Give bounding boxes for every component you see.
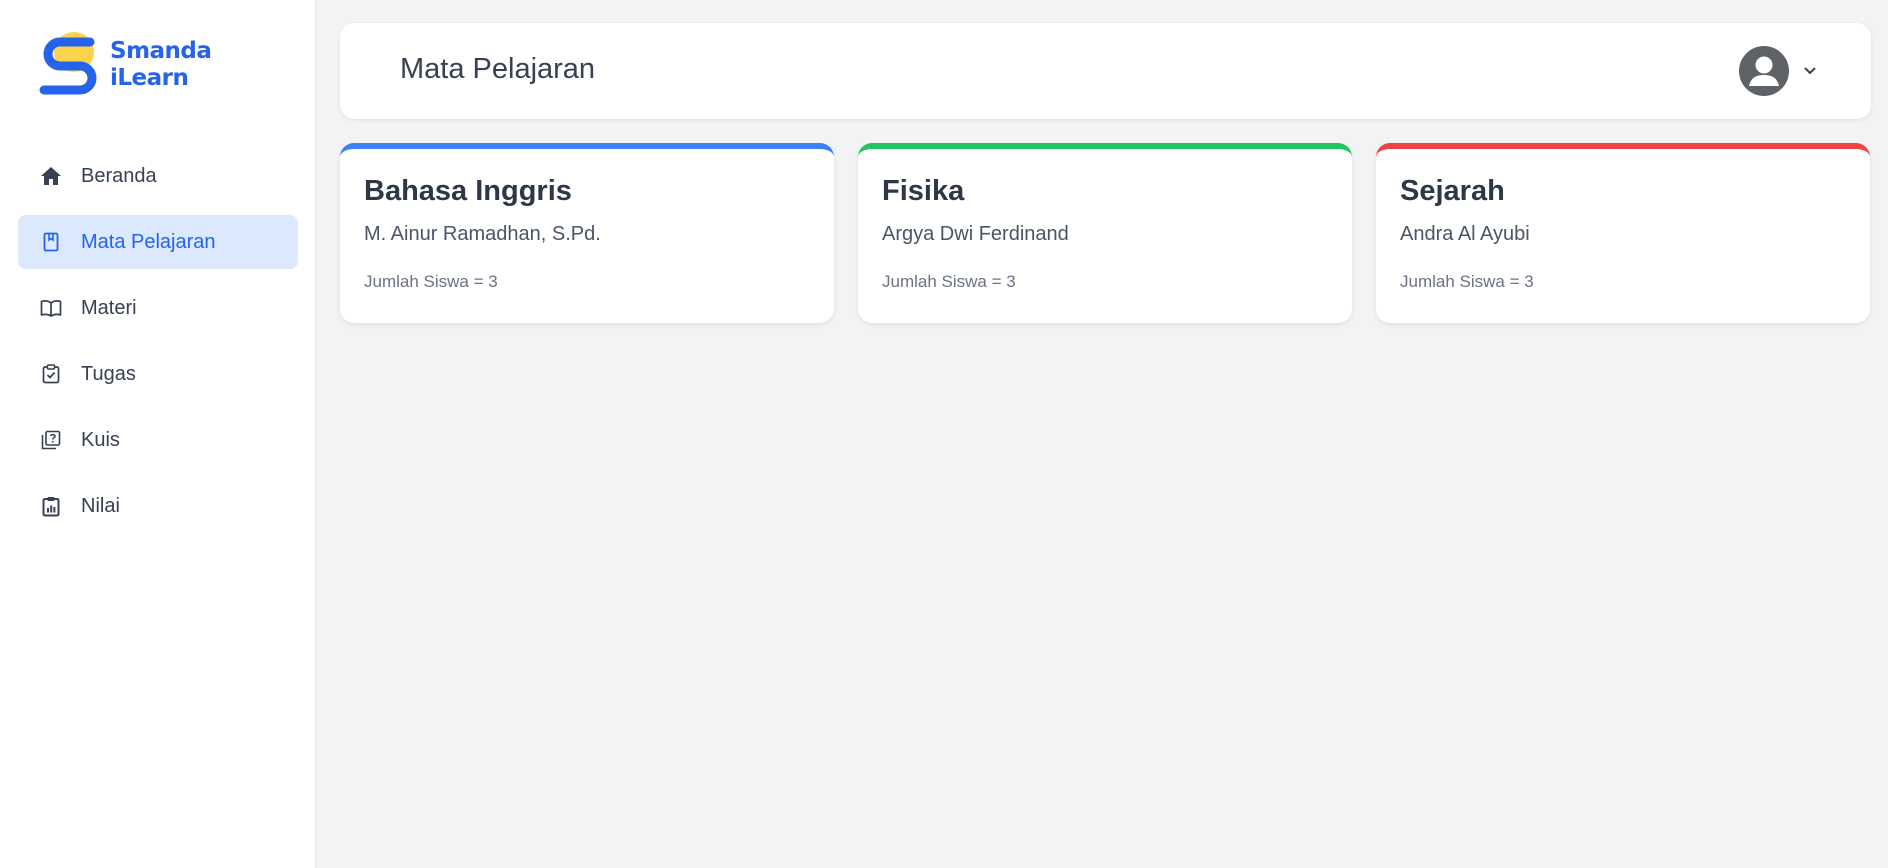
home-icon: [40, 165, 62, 187]
course-card[interactable]: Fisika Argya Dwi Ferdinand Jumlah Siswa …: [858, 143, 1352, 323]
sidebar-item-label: Mata Pelajaran: [81, 230, 216, 253]
sidebar-item-label: Tugas: [81, 362, 136, 385]
sidebar-item-kuis[interactable]: Kuis: [18, 413, 298, 467]
course-title: Bahasa Inggris: [364, 175, 572, 207]
book-icon: [40, 231, 62, 253]
brand-logo[interactable]: Smanda iLearn: [38, 30, 212, 100]
sidebar-item-label: Materi: [81, 296, 137, 319]
course-card[interactable]: Sejarah Andra Al Ayubi Jumlah Siswa = 3: [1376, 143, 1870, 323]
logo-icon: [39, 32, 97, 95]
brand-name: Smanda iLearn: [110, 38, 212, 92]
course-list: Bahasa Inggris M. Ainur Ramadhan, S.Pd. …: [340, 143, 1871, 323]
user-menu[interactable]: [1739, 46, 1817, 96]
clipboard-chart-icon: [40, 495, 62, 517]
sidebar-item-beranda[interactable]: Beranda: [18, 149, 298, 203]
sidebar-item-mata-pelajaran[interactable]: Mata Pelajaran: [18, 215, 298, 269]
course-title: Sejarah: [1400, 175, 1505, 207]
course-title: Fisika: [882, 175, 965, 207]
course-student-count: Jumlah Siswa = 3: [364, 272, 498, 291]
sidebar-item-materi[interactable]: Materi: [18, 281, 298, 335]
course-teacher: Argya Dwi Ferdinand: [882, 223, 1069, 245]
sidebar-item-tugas[interactable]: Tugas: [18, 347, 298, 401]
sidebar: Smanda iLearn Beranda Mata Pelajaran Mat…: [0, 0, 316, 868]
page-title: Mata Pelajaran: [400, 53, 596, 85]
user-avatar-icon[interactable]: [1739, 46, 1789, 96]
sidebar-item-label: Nilai: [81, 494, 120, 517]
sidebar-item-nilai[interactable]: Nilai: [18, 479, 298, 533]
sidebar-item-label: Kuis: [81, 428, 120, 451]
course-card[interactable]: Bahasa Inggris M. Ainur Ramadhan, S.Pd. …: [340, 143, 834, 323]
sidebar-item-label: Beranda: [81, 164, 157, 187]
sidebar-nav: Beranda Mata Pelajaran Materi Tugas Kuis: [18, 149, 298, 545]
course-student-count: Jumlah Siswa = 3: [1400, 272, 1534, 291]
clipboard-check-icon: [40, 363, 62, 385]
header: Mata Pelajaran: [340, 23, 1871, 119]
quiz-icon: [40, 429, 62, 451]
course-teacher: M. Ainur Ramadhan, S.Pd.: [364, 223, 601, 245]
chevron-down-icon[interactable]: [1803, 62, 1817, 80]
open-book-icon: [40, 297, 62, 319]
course-teacher: Andra Al Ayubi: [1400, 223, 1530, 245]
course-student-count: Jumlah Siswa = 3: [882, 272, 1016, 291]
brand-line1: Smanda: [110, 38, 212, 64]
brand-line2: iLearn: [110, 65, 189, 91]
